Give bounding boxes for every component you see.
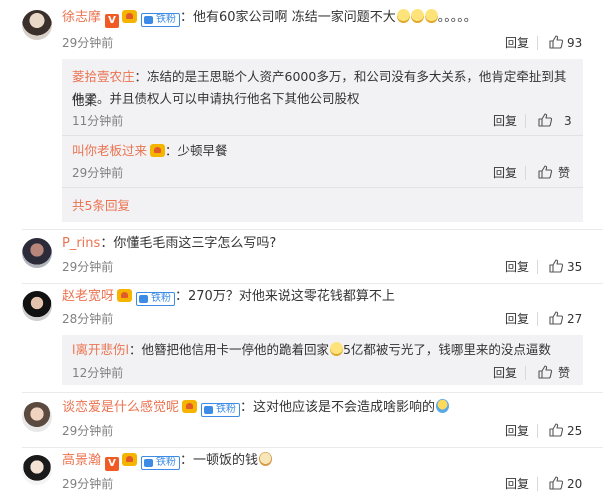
timestamp: 11分钟前 xyxy=(72,114,124,128)
divider xyxy=(62,187,583,188)
like-count: 20 xyxy=(567,477,583,491)
timestamp: 29分钟前 xyxy=(62,36,114,50)
username[interactable]: 赵老宽呀 xyxy=(62,289,114,304)
thumbs-up-icon[interactable] xyxy=(537,364,553,380)
timestamp: 29分钟前 xyxy=(62,477,114,491)
reply-line: l离开悲伤l：他簪把他信用卡一停他的跪着回家 5亿都被亏光了，钱哪里来的没点逼数 xyxy=(72,338,573,362)
reply-button[interactable]: 回复 xyxy=(493,113,517,129)
reply-button[interactable]: 回复 xyxy=(505,35,529,51)
thumbs-up-icon[interactable] xyxy=(548,258,564,274)
comment-text: ：270万？对他来说这零花钱都算不上 xyxy=(175,289,395,304)
comment-text: ：一顿饭的钱 xyxy=(180,453,259,468)
divider xyxy=(525,114,526,128)
vip-badge-icon xyxy=(182,400,198,413)
vip-badge-icon xyxy=(117,289,133,302)
divider xyxy=(537,312,538,326)
timestamp: 29分钟前 xyxy=(62,260,114,274)
comment-text: ：你懂毛毛雨这三字怎么写吗? xyxy=(100,236,277,251)
thumbs-up-icon[interactable] xyxy=(537,112,553,128)
divider xyxy=(62,135,583,136)
reply-username[interactable]: l离开悲伤l xyxy=(72,342,129,357)
like-count: 赞 xyxy=(558,166,571,180)
reply-line: 叫你老板过来 ：少顿早餐 xyxy=(72,139,573,163)
verified-icon: V xyxy=(105,14,120,28)
username[interactable]: 徐志摩 xyxy=(62,10,101,25)
thumbs-up-icon[interactable] xyxy=(548,475,564,491)
reply-text: ：他簪把他信用卡一停他的跪着回家 xyxy=(128,342,329,357)
avatar[interactable] xyxy=(22,238,52,268)
verified-icon: V xyxy=(105,457,120,471)
reply-button[interactable]: 回复 xyxy=(493,365,517,381)
more-replies-link[interactable]: 共5条回复 xyxy=(72,198,130,214)
comment-text: ：这对他应该是不会造成啥影响的 xyxy=(240,400,436,415)
reply-username[interactable]: 叫你老板过来 xyxy=(72,143,147,158)
face-emoji-icon xyxy=(424,9,438,23)
comment-line: P_rins：你懂毛毛雨这三字怎么写吗? xyxy=(62,235,276,253)
like-count: 27 xyxy=(567,312,583,326)
divider xyxy=(22,447,603,448)
timestamp: 29分钟前 xyxy=(62,424,114,438)
divider xyxy=(22,392,603,393)
reply-text-continued: 5亿都被亏光了，钱哪里来的没点逼数 xyxy=(342,342,551,357)
reply-text: ：少顿早餐 xyxy=(165,143,228,158)
reply-text-continued: 件了。并且债权人可以申请执行他名下其他公司股权 xyxy=(72,91,360,106)
vip-badge-icon xyxy=(122,453,138,466)
fan-badge: 铁粉 xyxy=(141,456,181,470)
divider xyxy=(22,229,603,230)
thumbs-up-icon[interactable] xyxy=(548,422,564,438)
vip-badge-icon xyxy=(150,144,166,157)
reply-button[interactable]: 回复 xyxy=(505,423,529,439)
username[interactable]: P_rins xyxy=(62,236,100,251)
comment-text-tail: 。。。。。 xyxy=(437,10,477,25)
username[interactable]: 谈恋爱是什么感觉呢 xyxy=(62,400,179,415)
divider xyxy=(22,283,603,284)
timestamp: 28分钟前 xyxy=(62,312,114,326)
comment-text: ：他有60家公司啊 冻结一家问题不大 xyxy=(180,10,396,25)
reply-username[interactable]: 菱拾壹农庄 xyxy=(72,69,135,84)
like-count: 35 xyxy=(567,260,583,274)
divider xyxy=(525,166,526,180)
reply-list: 菱拾壹农庄：冻结的是王思聪个人资产6000多万，和公司没有多大关系，他肯定牵扯到… xyxy=(62,59,583,222)
reply-button[interactable]: 回复 xyxy=(505,311,529,327)
thumbs-up-icon[interactable] xyxy=(537,164,553,180)
like-count: 25 xyxy=(567,424,583,438)
avatar[interactable] xyxy=(22,455,52,485)
avatar[interactable] xyxy=(22,402,52,432)
comment-line: 赵老宽呀 铁粉 ：270万？对他来说这零花钱都算不上 xyxy=(62,288,395,306)
reply-list: l离开悲伤l：他簪把他信用卡一停他的跪着回家 5亿都被亏光了，钱哪里来的没点逼数 … xyxy=(62,335,583,385)
face-emoji-icon xyxy=(410,9,424,23)
reply-button[interactable]: 回复 xyxy=(493,165,517,181)
divider xyxy=(537,477,538,491)
avatar[interactable] xyxy=(22,10,52,40)
dog-emoji-icon xyxy=(259,452,273,466)
timestamp: 12分钟前 xyxy=(72,366,124,380)
comment-line: 高景瀚 V 铁粉 ：一顿饭的钱 xyxy=(62,452,273,471)
divider xyxy=(537,424,538,438)
reply-button[interactable]: 回复 xyxy=(505,259,529,275)
timestamp: 29分钟前 xyxy=(72,166,124,180)
face-emoji-icon xyxy=(436,399,450,413)
face-emoji-icon xyxy=(396,9,410,23)
like-count: 93 xyxy=(567,36,583,50)
like-count: 3 xyxy=(564,114,572,128)
fan-badge: 铁粉 xyxy=(141,13,181,27)
divider xyxy=(525,366,526,380)
comment-line: 徐志摩 V 铁粉 ：他有60家公司啊 冻结一家问题不大 。。。。。 xyxy=(62,9,477,28)
fan-badge: 铁粉 xyxy=(136,292,176,306)
username[interactable]: 高景瀚 xyxy=(62,453,101,468)
vip-badge-icon xyxy=(122,10,138,23)
reply-button[interactable]: 回复 xyxy=(505,476,529,492)
like-count: 赞 xyxy=(558,366,571,380)
comment-line: 谈恋爱是什么感觉呢 铁粉 ：这对他应该是不会造成啥影响的 xyxy=(62,399,450,417)
smile-emoji-icon xyxy=(329,342,343,356)
thumbs-up-icon[interactable] xyxy=(548,310,564,326)
divider xyxy=(537,260,538,274)
divider xyxy=(537,36,538,50)
thumbs-up-icon[interactable] xyxy=(548,34,564,50)
fan-badge: 铁粉 xyxy=(201,403,241,417)
avatar[interactable] xyxy=(22,291,52,321)
